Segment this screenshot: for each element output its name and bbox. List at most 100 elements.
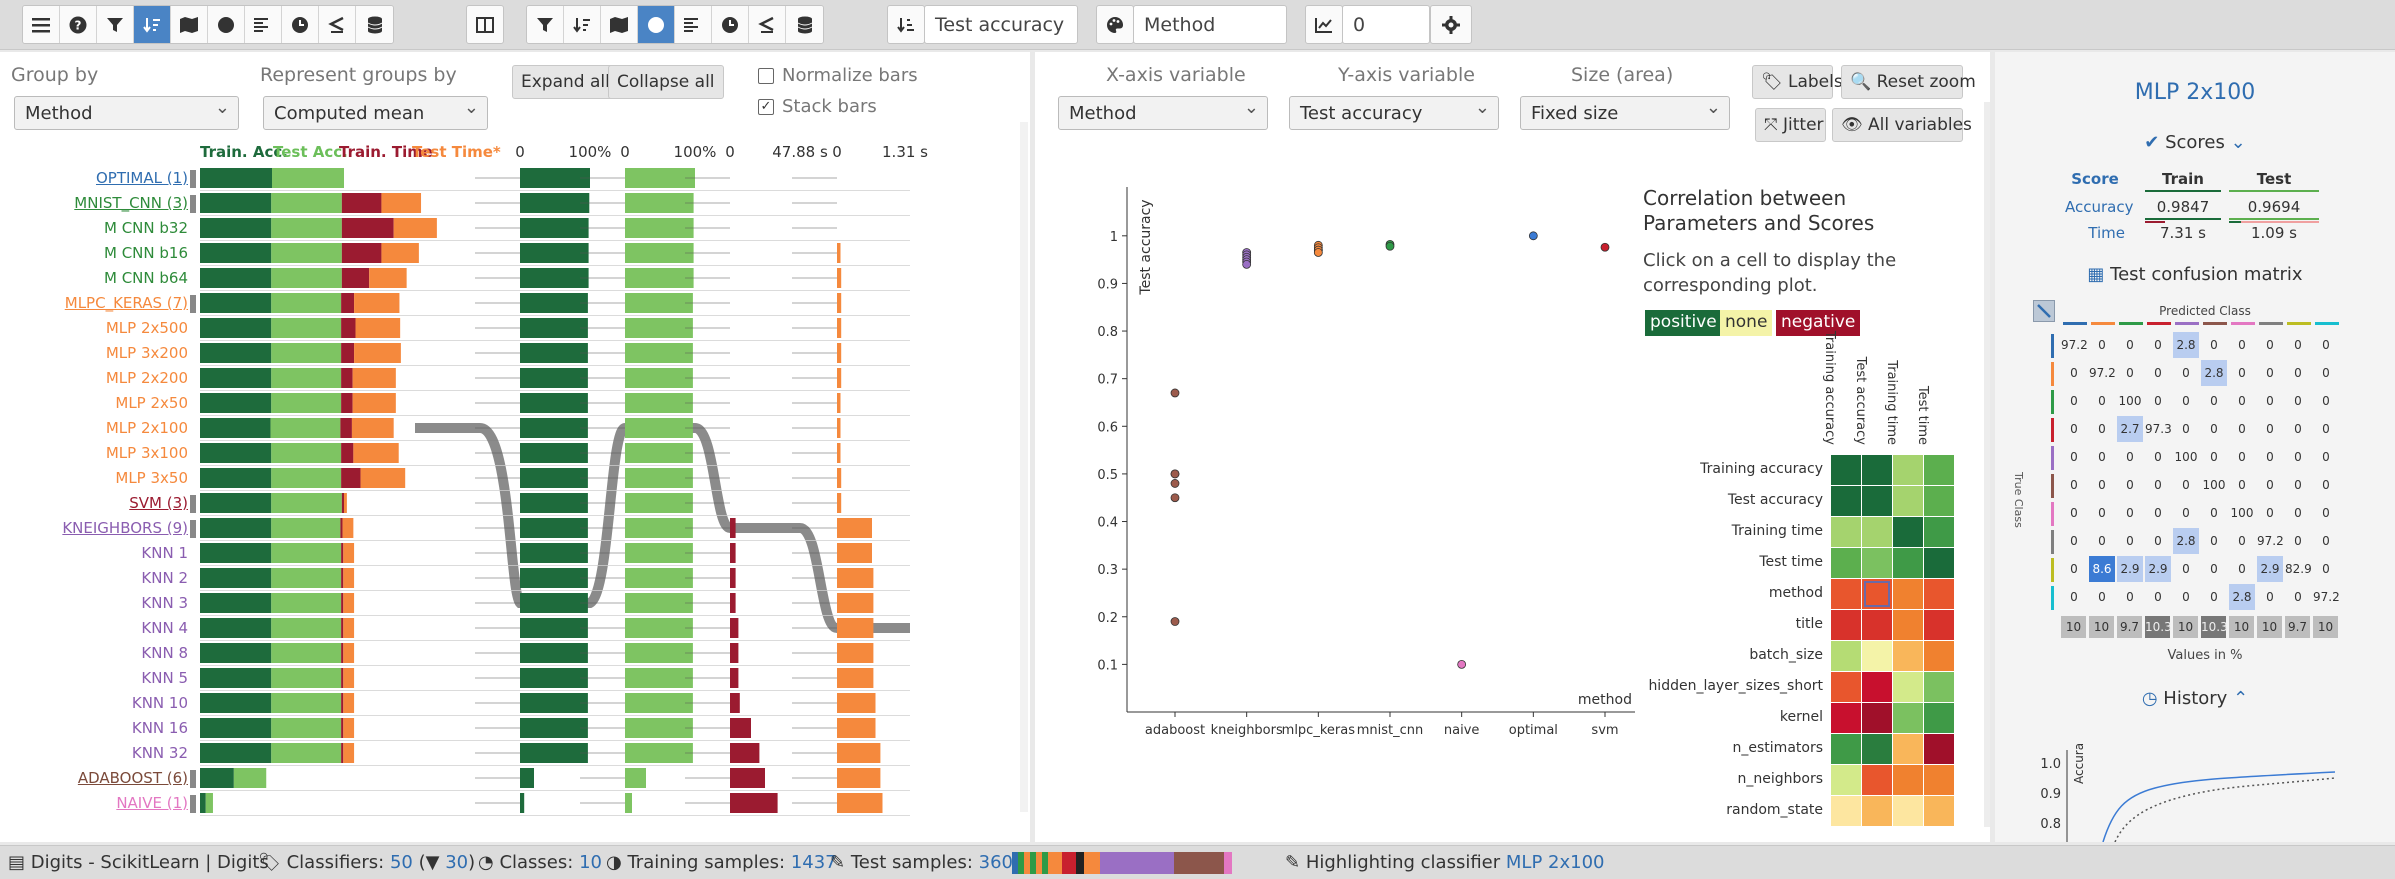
confusion-cell[interactable]: 0 <box>2313 500 2339 526</box>
group-marker[interactable] <box>190 295 196 313</box>
confusion-cell[interactable]: 0 <box>2257 444 2283 470</box>
confusion-cell[interactable]: 0 <box>2061 528 2087 554</box>
settings-gear-icon[interactable] <box>1430 5 1472 44</box>
confusion-cell[interactable]: 0 <box>2089 416 2115 442</box>
confusion-cell[interactable]: 2.8 <box>2173 528 2199 554</box>
corr-cell[interactable] <box>1862 579 1892 609</box>
strip-segment[interactable] <box>1084 852 1100 874</box>
sort-icon[interactable] <box>134 6 171 43</box>
sort-icon-2[interactable] <box>564 6 601 43</box>
confusion-cell[interactable]: 0 <box>2285 500 2311 526</box>
corr-cell[interactable] <box>1924 610 1954 640</box>
confusion-cell[interactable]: 0 <box>2285 444 2311 470</box>
confusion-cell[interactable]: 0 <box>2285 584 2311 610</box>
corr-cell[interactable] <box>1893 796 1923 826</box>
confusion-cell[interactable]: 0 <box>2257 584 2283 610</box>
confusion-cell[interactable]: 0 <box>2145 584 2171 610</box>
confusion-cell[interactable]: 0 <box>2061 416 2087 442</box>
confusion-cell[interactable]: 0 <box>2145 500 2171 526</box>
confusion-cell[interactable]: 2.8 <box>2229 584 2255 610</box>
confusion-cell[interactable]: 0 <box>2117 472 2143 498</box>
help-icon[interactable]: ? <box>60 6 97 43</box>
corr-cell[interactable] <box>1893 703 1923 733</box>
confusion-cell[interactable]: 8.6 <box>2089 556 2115 582</box>
corr-cell[interactable] <box>1862 517 1892 547</box>
confusion-cell[interactable]: 0 <box>2285 332 2311 358</box>
group-marker[interactable] <box>190 495 196 513</box>
confusion-cell[interactable]: 0 <box>2229 360 2255 386</box>
confusion-cell[interactable]: 97.2 <box>2257 528 2284 554</box>
group-marker[interactable] <box>190 770 196 788</box>
confusion-cell[interactable]: 0 <box>2313 528 2339 554</box>
confusion-cell[interactable]: 0 <box>2229 528 2255 554</box>
confusion-cell[interactable]: 0 <box>2313 556 2339 582</box>
corr-cell[interactable] <box>1924 796 1954 826</box>
confusion-cell[interactable]: 0 <box>2201 332 2227 358</box>
corr-cell[interactable] <box>1831 548 1861 578</box>
confusion-cell[interactable]: 0 <box>2089 444 2115 470</box>
confusion-cell[interactable]: 0 <box>2201 444 2227 470</box>
align-left-icon-2[interactable] <box>675 6 712 43</box>
corr-cell[interactable] <box>1831 610 1861 640</box>
confusion-cell[interactable]: 0 <box>2257 472 2283 498</box>
confusion-cell[interactable]: 0 <box>2117 584 2143 610</box>
line-chart-icon[interactable] <box>1305 5 1343 44</box>
corr-cell[interactable] <box>1862 610 1892 640</box>
confusion-cell[interactable]: 100 <box>2201 472 2227 498</box>
confusion-cell[interactable]: 0 <box>2229 332 2255 358</box>
confusion-cell[interactable]: 0 <box>2201 556 2227 582</box>
confusion-cell[interactable]: 0 <box>2285 472 2311 498</box>
confusion-cell[interactable]: 0 <box>2257 332 2283 358</box>
columns-icon[interactable] <box>466 5 504 44</box>
confusion-cell[interactable]: 0 <box>2173 416 2199 442</box>
menu-icon[interactable] <box>23 6 60 43</box>
corr-cell[interactable] <box>1924 765 1954 795</box>
clock-icon[interactable] <box>282 6 319 43</box>
confusion-cell[interactable]: 2.9 <box>2257 556 2283 582</box>
confusion-cell[interactable]: 0 <box>2257 416 2283 442</box>
confusion-cell[interactable]: 0 <box>2285 360 2311 386</box>
confusion-cell[interactable]: 97.3 <box>2145 416 2172 442</box>
confusion-cell[interactable]: 2.9 <box>2117 556 2143 582</box>
confusion-cell[interactable]: 0 <box>2257 500 2283 526</box>
confusion-cell[interactable]: 0 <box>2061 388 2087 414</box>
mid-scrollbar[interactable] <box>1984 102 1990 827</box>
corr-cell[interactable] <box>1924 672 1954 702</box>
corr-cell[interactable] <box>1831 672 1861 702</box>
group-marker[interactable] <box>190 195 196 213</box>
confusion-cell[interactable]: 0 <box>2061 360 2087 386</box>
corr-cell[interactable] <box>1924 517 1954 547</box>
confusion-cell[interactable]: 2.9 <box>2145 556 2171 582</box>
confusion-cell[interactable]: 0 <box>2173 556 2199 582</box>
corr-cell[interactable] <box>1862 703 1892 733</box>
confusion-cell[interactable]: 0 <box>2229 472 2255 498</box>
strip-segment[interactable] <box>1224 852 1232 874</box>
confusion-cell[interactable]: 0 <box>2285 416 2311 442</box>
confusion-cell[interactable]: 0 <box>2285 528 2311 554</box>
confusion-cell[interactable]: 0 <box>2173 500 2199 526</box>
confusion-cell[interactable]: 0 <box>2117 332 2143 358</box>
confusion-cell[interactable]: 0 <box>2229 416 2255 442</box>
corr-cell[interactable] <box>1924 486 1954 516</box>
confusion-cell[interactable]: 0 <box>2313 388 2339 414</box>
confusion-cell[interactable]: 0 <box>2089 528 2115 554</box>
corr-cell[interactable] <box>1831 765 1861 795</box>
corr-cell[interactable] <box>1893 548 1923 578</box>
confusion-cell[interactable]: 2.8 <box>2173 332 2199 358</box>
corr-cell[interactable] <box>1831 641 1861 671</box>
ranking-row[interactable] <box>190 793 910 816</box>
confusion-cell[interactable]: 0 <box>2061 472 2087 498</box>
corr-cell[interactable] <box>1862 548 1892 578</box>
confusion-cell[interactable]: 0 <box>2201 388 2227 414</box>
confusion-cell[interactable]: 0 <box>2173 584 2199 610</box>
confusion-cell[interactable]: 100 <box>2117 388 2143 414</box>
database-icon[interactable] <box>356 6 393 43</box>
corr-cell[interactable] <box>1862 641 1892 671</box>
confusion-cell[interactable]: 0 <box>2089 332 2115 358</box>
corr-cell[interactable] <box>1893 579 1923 609</box>
strip-segment[interactable] <box>1062 852 1076 874</box>
confusion-cell[interactable]: 0 <box>2089 500 2115 526</box>
confusion-cell[interactable]: 0 <box>2201 500 2227 526</box>
corr-cell[interactable] <box>1831 734 1861 764</box>
filter-icon[interactable] <box>97 6 134 43</box>
